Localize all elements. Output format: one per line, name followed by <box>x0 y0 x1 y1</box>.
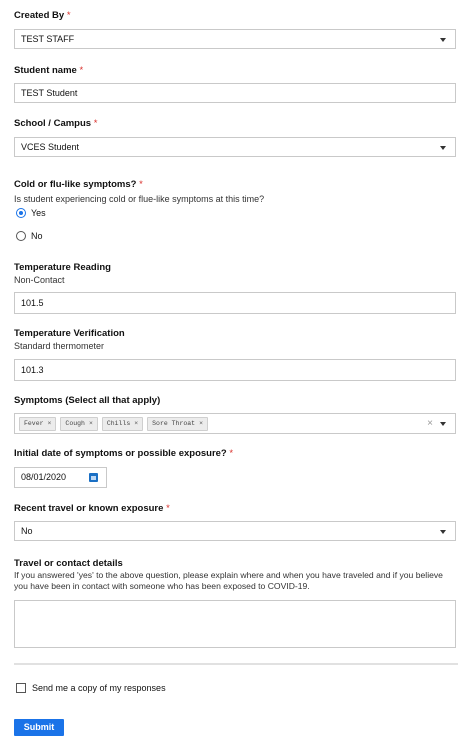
radio-no-label: No <box>31 231 43 241</box>
clear-all-icon[interactable]: × <box>427 414 433 433</box>
required-marker: * <box>93 118 98 129</box>
travel-details-label: Travel or contact details <box>14 558 123 569</box>
temperature-reading-input[interactable]: 101.5 <box>14 292 456 314</box>
submit-button[interactable]: Submit <box>14 719 64 736</box>
initial-date-input[interactable]: 08/01/2020 <box>14 467 107 488</box>
radio-yes[interactable]: Yes <box>16 208 46 218</box>
school-campus-select[interactable]: VCES Student <box>14 137 456 157</box>
symptom-chip-label: Sore Throat <box>152 419 196 427</box>
calendar-icon[interactable] <box>89 473 98 482</box>
chevron-down-icon <box>440 422 446 426</box>
temperature-verification-input[interactable]: 101.3 <box>14 359 456 381</box>
radio-no-indicator[interactable] <box>16 231 26 241</box>
created-by-label: Created By * <box>14 10 71 21</box>
temperature-reading-label: Temperature Reading <box>14 262 111 273</box>
recent-travel-select[interactable]: No <box>14 521 456 541</box>
divider <box>14 663 458 665</box>
temperature-reading-description: Non-Contact <box>14 275 65 285</box>
chevron-down-icon <box>440 38 446 42</box>
symptom-chip[interactable]: Sore Throat × <box>147 416 208 431</box>
recent-travel-value: No <box>21 526 33 536</box>
radio-no[interactable]: No <box>16 231 43 241</box>
travel-details-description: If you answered 'yes' to the above quest… <box>14 570 443 591</box>
temperature-verification-label: Temperature Verification <box>14 328 125 339</box>
chevron-down-icon <box>440 146 446 150</box>
required-marker: * <box>166 503 170 514</box>
chevron-down-icon <box>440 530 446 534</box>
symptoms-label: Symptoms (Select all that apply) <box>14 395 161 406</box>
symptom-chip[interactable]: Chills × <box>101 416 144 431</box>
required-marker: * <box>66 10 71 21</box>
student-name-value: TEST Student <box>21 88 78 98</box>
cold-flu-description: Is student experiencing cold or flue-lik… <box>14 194 265 204</box>
symptom-chip-label: Chills <box>106 419 131 427</box>
created-by-select[interactable]: TEST STAFF <box>14 29 456 49</box>
send-copy-checkbox[interactable] <box>16 683 26 693</box>
temperature-verification-description: Standard thermometer <box>14 341 105 351</box>
student-name-label: Student name * <box>14 65 84 76</box>
remove-chip-icon[interactable]: × <box>89 420 93 427</box>
school-campus-value: VCES Student <box>21 142 80 152</box>
symptom-chip[interactable]: Fever × <box>19 416 57 431</box>
radio-yes-label: Yes <box>31 208 46 218</box>
school-campus-label: School / Campus * <box>14 118 98 129</box>
temperature-reading-value: 101.5 <box>21 298 44 308</box>
symptom-chip-label: Cough <box>65 419 85 427</box>
initial-date-label: Initial date of symptoms or possible exp… <box>14 448 234 459</box>
remove-chip-icon[interactable]: × <box>48 420 52 427</box>
remove-chip-icon[interactable]: × <box>134 420 138 427</box>
radio-yes-indicator[interactable] <box>16 208 26 218</box>
travel-details-textarea[interactable] <box>14 600 456 648</box>
required-marker: * <box>79 65 84 76</box>
initial-date-value: 08/01/2020 <box>21 472 67 482</box>
created-by-value: TEST STAFF <box>21 34 75 44</box>
send-copy-label: Send me a copy of my responses <box>32 683 166 693</box>
required-marker: * <box>229 448 234 459</box>
symptom-chip-label: Fever <box>24 419 44 427</box>
symptoms-multiselect[interactable]: Fever × Cough × Chills × Sore Throat × × <box>14 413 456 434</box>
remove-chip-icon[interactable]: × <box>199 420 203 427</box>
cold-flu-label: Cold or flu-like symptoms? * <box>14 179 143 190</box>
recent-travel-label: Recent travel or known exposure * <box>14 503 170 514</box>
symptom-chip[interactable]: Cough × <box>60 416 98 431</box>
required-marker: * <box>139 179 143 190</box>
student-name-input[interactable]: TEST Student <box>14 83 456 103</box>
temperature-verification-value: 101.3 <box>21 365 44 375</box>
